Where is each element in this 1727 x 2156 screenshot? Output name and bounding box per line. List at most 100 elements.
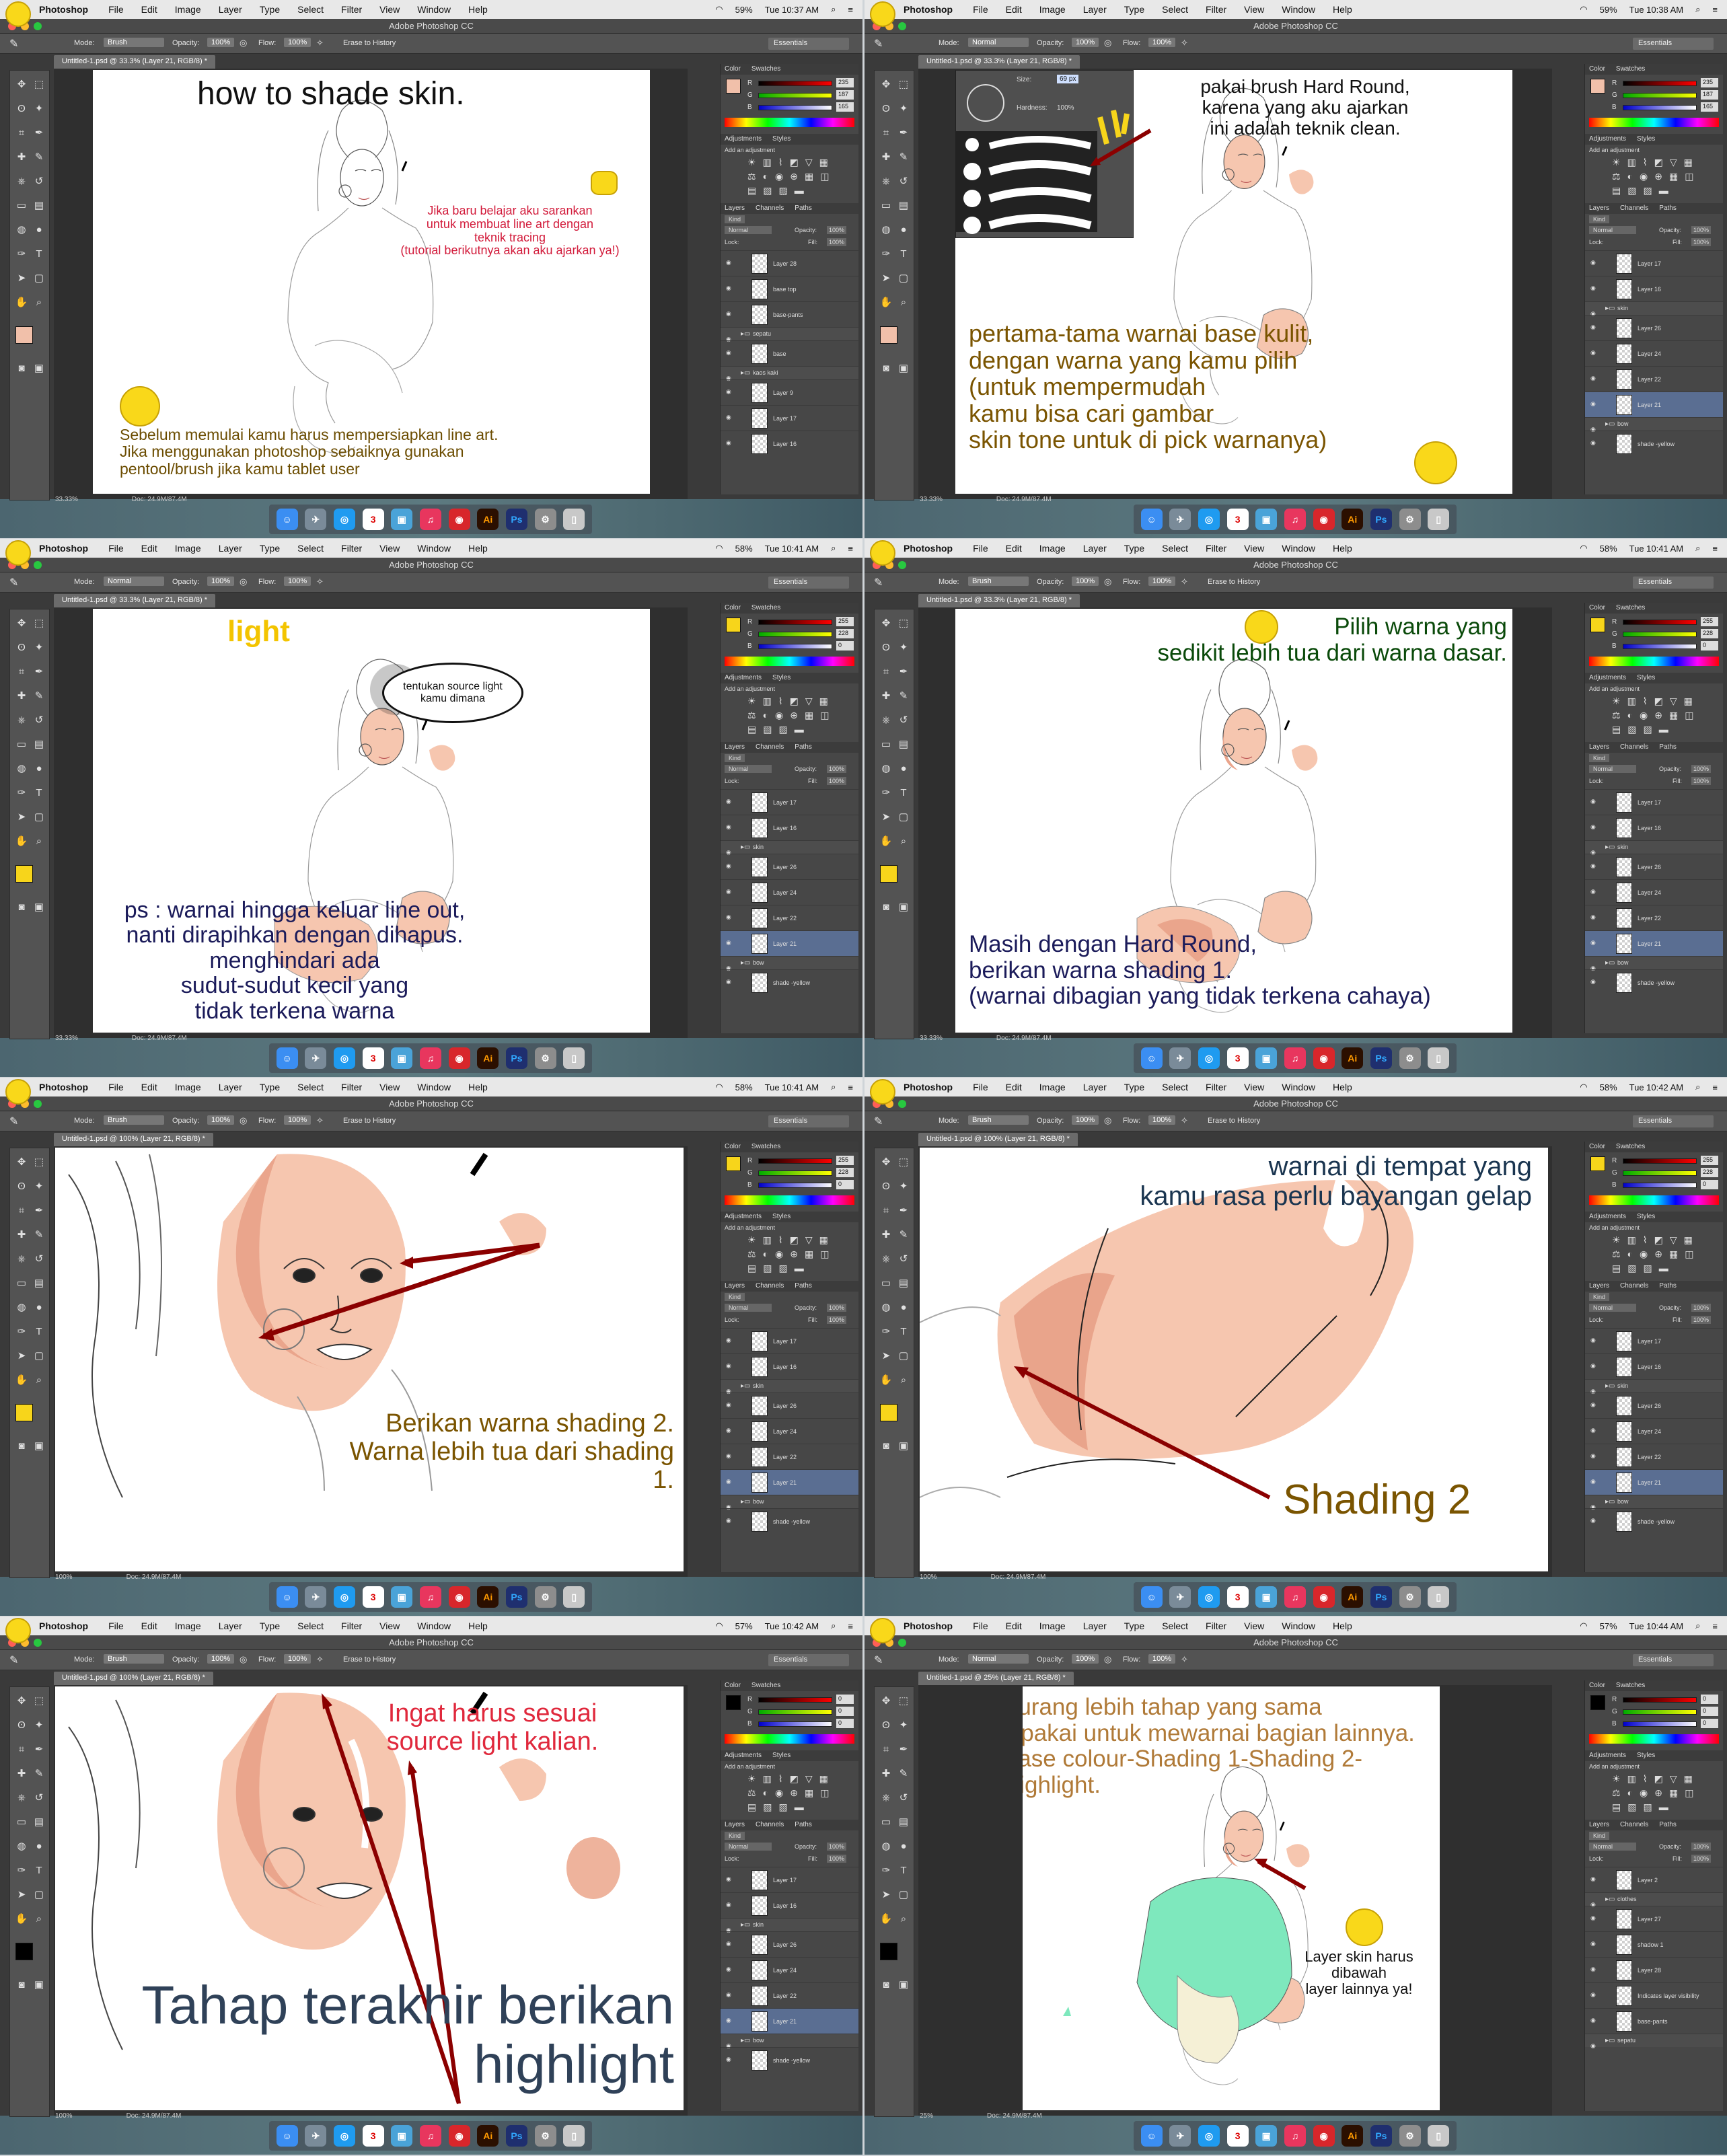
opacity-field[interactable]: 100% xyxy=(207,577,235,586)
lasso-tool-icon[interactable]: ʘ xyxy=(14,1179,29,1194)
layer-visibility-icon[interactable]: ◉ xyxy=(726,1991,731,1999)
mode-select[interactable]: Brush xyxy=(968,577,1029,586)
tab-adjustments[interactable]: Adjustments xyxy=(725,674,762,681)
menu-layer[interactable]: Layer xyxy=(1083,543,1107,554)
dock-finder-icon[interactable]: ☺ xyxy=(276,509,298,530)
blend-mode-select[interactable]: Normal xyxy=(725,765,772,773)
menu-list-icon[interactable]: ≡ xyxy=(848,544,853,554)
path-select-tool-icon[interactable]: ➤ xyxy=(14,1349,29,1364)
tab-swatches[interactable]: Swatches xyxy=(751,1682,780,1689)
foreground-color-swatch[interactable] xyxy=(880,1943,897,1960)
menu-window[interactable]: Window xyxy=(1282,4,1315,15)
bw-icon[interactable]: ◐ xyxy=(1627,710,1633,721)
type-tool-icon[interactable]: T xyxy=(896,247,911,262)
curves-icon[interactable]: ⌇ xyxy=(1643,1773,1648,1785)
brush-tool-icon[interactable]: ✎ xyxy=(874,576,883,589)
channel-value[interactable]: 0 xyxy=(1701,1180,1718,1189)
dock-safari-icon[interactable]: ◎ xyxy=(1198,2125,1220,2147)
layer-row[interactable]: ◉ Layer 24 xyxy=(1585,1418,1723,1444)
layer-row[interactable]: ◉ shade -yellow xyxy=(721,2047,858,2073)
brush-tool-icon[interactable]: ✎ xyxy=(32,150,46,165)
gradient-tool-icon[interactable]: ▤ xyxy=(32,1815,46,1830)
tab-layers[interactable]: Layers xyxy=(725,205,745,212)
layer-visibility-icon[interactable]: ◉ xyxy=(1590,1875,1596,1883)
channel-slider[interactable] xyxy=(758,1183,832,1188)
channel-value[interactable]: 0 xyxy=(1701,1695,1718,1704)
menu-select[interactable]: Select xyxy=(1162,543,1188,554)
opacity-field[interactable]: 100% xyxy=(1072,577,1099,586)
path-select-tool-icon[interactable]: ➤ xyxy=(879,271,893,286)
menu-filter[interactable]: Filter xyxy=(1206,1621,1226,1631)
dock-launchpad-icon[interactable]: ✈ xyxy=(1169,2125,1191,2147)
balance-icon[interactable]: ⚖ xyxy=(747,1249,756,1260)
tab-channels[interactable]: Channels xyxy=(756,205,784,212)
screen-mode-icon[interactable]: ▣ xyxy=(896,1439,911,1454)
gradient-map-icon[interactable]: ▬ xyxy=(1659,185,1668,196)
curves-icon[interactable]: ⌇ xyxy=(778,696,783,707)
channel-slider[interactable] xyxy=(1623,1158,1697,1164)
search-icon[interactable]: ⌕ xyxy=(1695,543,1700,554)
type-tool-icon[interactable]: T xyxy=(32,247,46,262)
menu-help[interactable]: Help xyxy=(1333,4,1352,15)
balance-icon[interactable]: ⚖ xyxy=(747,1787,756,1799)
menu-layer[interactable]: Layer xyxy=(1083,4,1107,15)
layer-row[interactable]: ◉ shade -yellow xyxy=(721,1508,858,1534)
menu-edit[interactable]: Edit xyxy=(1006,1082,1022,1092)
history-brush-tool-icon[interactable]: ↺ xyxy=(32,713,46,728)
brightness-icon[interactable]: ☀ xyxy=(747,1234,756,1246)
menu-file[interactable]: File xyxy=(973,1082,988,1092)
layer-visibility-icon[interactable]: ◉ xyxy=(1590,862,1596,870)
exposure-icon[interactable]: ◩ xyxy=(790,157,799,168)
layer-visibility-icon[interactable]: ◉ xyxy=(1590,1991,1596,1999)
history-brush-tool-icon[interactable]: ↺ xyxy=(896,1252,911,1267)
mode-select[interactable]: Normal xyxy=(104,577,164,586)
layer-row[interactable]: ◉ Layer 24 xyxy=(1585,340,1723,366)
levels-icon[interactable]: ▥ xyxy=(763,1773,772,1785)
pressure-opacity-icon[interactable]: ◎ xyxy=(1104,1115,1111,1126)
type-tool-icon[interactable]: T xyxy=(896,786,911,801)
tab-color[interactable]: Color xyxy=(725,1682,741,1689)
dock-trash-icon[interactable]: ▯ xyxy=(1428,509,1450,530)
clock[interactable]: Tue 10:37 AM xyxy=(765,5,819,15)
gradient-map-icon[interactable]: ▬ xyxy=(795,724,804,735)
pressure-opacity-icon[interactable]: ◎ xyxy=(240,38,247,48)
dock-safari-icon[interactable]: ◎ xyxy=(333,1047,355,1069)
document-canvas[interactable]: Ingat harus sesuai source light kalian. T… xyxy=(55,1686,684,2110)
menu-list-icon[interactable]: ≡ xyxy=(1712,5,1718,15)
menu-app-name[interactable]: Photoshop xyxy=(904,1621,953,1631)
dock-preview-icon[interactable]: ▣ xyxy=(1255,2125,1278,2147)
wifi-icon[interactable]: ◠ xyxy=(1580,1082,1587,1092)
gradient-map-icon[interactable]: ▬ xyxy=(1659,724,1668,735)
layer-group[interactable]: ◉ ▸▭ bow xyxy=(721,2034,858,2049)
tab-layers[interactable]: Layers xyxy=(1589,205,1609,212)
path-select-tool-icon[interactable]: ➤ xyxy=(879,1349,893,1364)
layer-row[interactable]: ◉ Layer 28 xyxy=(1585,1957,1723,1982)
channel-slider[interactable] xyxy=(1623,81,1697,86)
layer-row[interactable]: ◉ Layer 16 xyxy=(721,815,858,840)
gradient-map-icon[interactable]: ▬ xyxy=(1659,1263,1668,1274)
airbrush-icon[interactable]: ✧ xyxy=(316,577,324,587)
channel-slider[interactable] xyxy=(758,620,832,625)
exposure-icon[interactable]: ◩ xyxy=(1654,157,1663,168)
tab-layers[interactable]: Layers xyxy=(1589,743,1609,751)
layer-row[interactable]: ◉ Layer 22 xyxy=(1585,905,1723,930)
tab-swatches[interactable]: Swatches xyxy=(1616,1143,1645,1150)
path-select-tool-icon[interactable]: ➤ xyxy=(879,810,893,825)
opacity-field[interactable]: 100% xyxy=(1072,1115,1099,1125)
tab-color[interactable]: Color xyxy=(725,65,741,73)
layer-visibility-icon[interactable]: ◉ xyxy=(1590,888,1596,895)
clone-tool-icon[interactable]: ⎈ xyxy=(14,174,29,189)
channel-value[interactable]: 0 xyxy=(1701,1719,1718,1728)
layer-row[interactable]: ◉ Layer 24 xyxy=(1585,879,1723,905)
tab-swatches[interactable]: Swatches xyxy=(1616,604,1645,611)
hand-tool-icon[interactable]: ✋ xyxy=(14,1912,29,1927)
fill-field[interactable]: 100% xyxy=(1691,777,1712,785)
dock-illustrator-icon[interactable]: Ai xyxy=(477,1586,499,1608)
dock-itunes-icon[interactable]: ♫ xyxy=(1284,1586,1306,1608)
color-spectrum[interactable] xyxy=(1589,657,1719,666)
menu-file[interactable]: File xyxy=(108,4,124,15)
dock-illustrator-icon[interactable]: Ai xyxy=(477,509,499,530)
wifi-icon[interactable]: ◠ xyxy=(715,1621,723,1631)
shape-tool-icon[interactable]: ▢ xyxy=(32,1349,46,1364)
menu-edit[interactable]: Edit xyxy=(1006,4,1022,15)
